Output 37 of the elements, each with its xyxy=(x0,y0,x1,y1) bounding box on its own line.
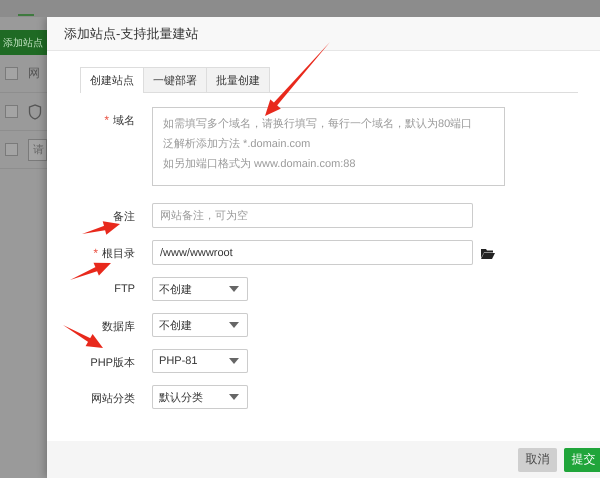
cancel-button[interactable]: 取消 xyxy=(518,448,557,472)
tab[interactable]: 创建站点 xyxy=(80,67,144,93)
annotation-arrow xyxy=(70,262,111,280)
select-field[interactable]: 不创建 xyxy=(152,313,248,337)
field-label: PHP版本 xyxy=(90,356,135,370)
annotation-arrow xyxy=(63,325,103,348)
field-label: 网站分类 xyxy=(91,392,135,406)
checkbox[interactable] xyxy=(5,67,18,80)
placeholder-text: 如需填写多个域名，请换行填写，每行一个域名，默认为80端口 xyxy=(163,117,474,132)
checkbox[interactable] xyxy=(5,143,18,156)
remark-field[interactable]: 网站备注，可为空 xyxy=(152,203,473,228)
path-field[interactable]: /www/wwwroot xyxy=(152,240,473,265)
folder-icon[interactable] xyxy=(481,247,495,259)
caret-icon xyxy=(229,394,239,400)
add-site-button[interactable]: 添加站点 xyxy=(0,30,47,55)
placeholder-text: 泛解析添加方法 *.domain.com xyxy=(163,136,312,152)
placeholder-text: 如另加端口格式为 www.domain.com:88 xyxy=(163,157,357,172)
tab[interactable]: 一键部署 xyxy=(143,67,207,92)
field-label: 根目录 xyxy=(102,247,135,261)
required-mark: * xyxy=(93,246,98,261)
dialog-title: 添加站点-支持批量建站 xyxy=(47,17,600,51)
column-header: 网 xyxy=(28,65,40,82)
shield-icon xyxy=(28,104,42,120)
select-field[interactable]: PHP-81 xyxy=(152,349,248,373)
field-label: 域名 xyxy=(113,114,135,128)
field-label: FTP xyxy=(114,283,135,295)
required-mark: * xyxy=(104,113,109,128)
field-label: 备注 xyxy=(113,210,135,224)
caret-icon xyxy=(229,322,239,328)
tab[interactable]: 批量创建 xyxy=(206,67,270,92)
field-label: 数据库 xyxy=(102,320,135,334)
caret-icon xyxy=(229,358,239,364)
annotation-arrow xyxy=(82,221,120,235)
caret-icon xyxy=(229,286,239,292)
select-field[interactable]: 不创建 xyxy=(152,277,248,301)
select-field[interactable]: 默认分类 xyxy=(152,385,248,409)
checkbox[interactable] xyxy=(5,105,18,118)
